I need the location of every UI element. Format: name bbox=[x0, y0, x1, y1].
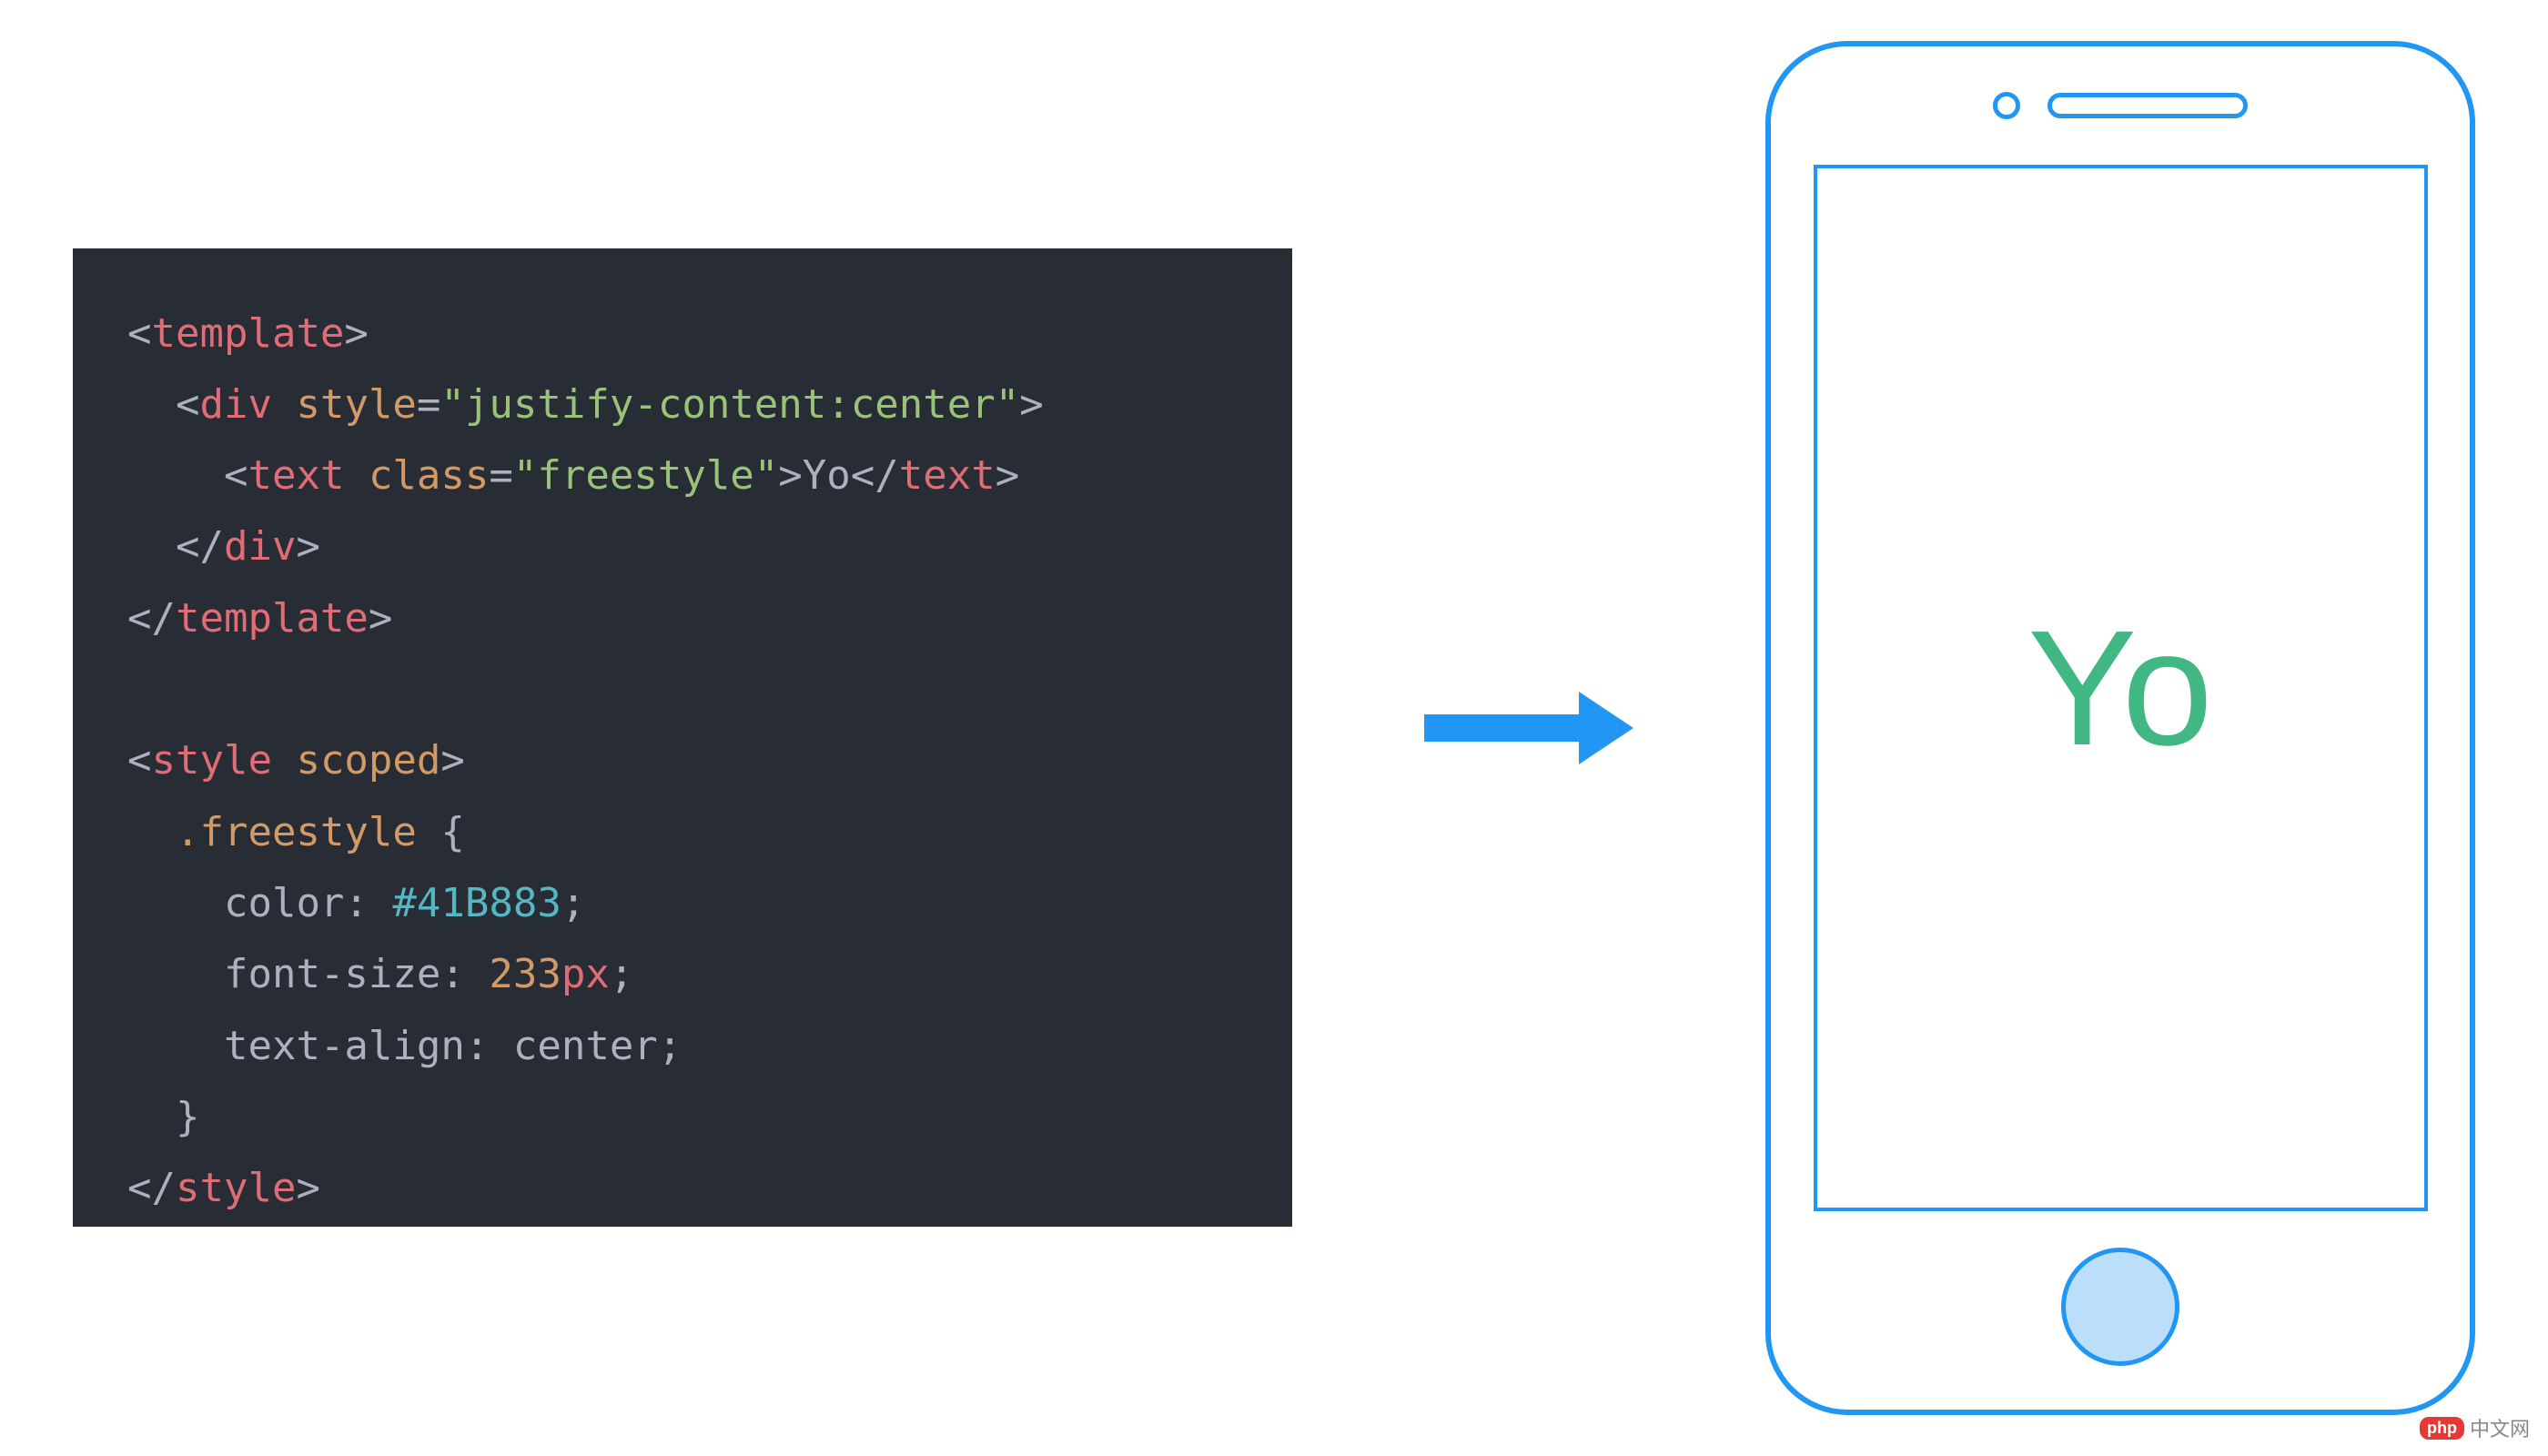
watermark-text: 中文网 bbox=[2470, 1413, 2530, 1442]
code-token: </ bbox=[127, 595, 176, 642]
code-token bbox=[344, 452, 369, 499]
speaker-icon bbox=[2048, 93, 2248, 118]
watermark-badge: php bbox=[2420, 1417, 2464, 1440]
phone-screen: Yo bbox=[1814, 165, 2428, 1211]
code-line: <text class="freestyle">Yo</text> bbox=[127, 440, 1238, 511]
code-token: > bbox=[344, 310, 369, 357]
code-token bbox=[127, 523, 176, 570]
code-token: ; bbox=[561, 880, 586, 926]
code-token: px bbox=[561, 951, 610, 997]
code-token: ; bbox=[658, 1023, 682, 1069]
arrow-icon bbox=[1424, 692, 1633, 764]
code-token: } bbox=[176, 1094, 200, 1140]
code-token bbox=[272, 737, 297, 784]
code-token bbox=[127, 1094, 176, 1140]
code-token: scoped bbox=[296, 737, 440, 784]
code-token bbox=[127, 666, 152, 713]
camera-icon bbox=[1993, 92, 2020, 119]
code-token bbox=[127, 452, 224, 499]
code-token: Yo bbox=[803, 452, 851, 499]
code-token bbox=[272, 381, 297, 428]
code-line: } bbox=[127, 1082, 1238, 1153]
code-token: : bbox=[440, 951, 489, 997]
code-token: 233 bbox=[489, 951, 561, 997]
code-token bbox=[127, 951, 224, 997]
code-token: > bbox=[296, 1165, 320, 1211]
code-token: style bbox=[152, 737, 272, 784]
code-token: div bbox=[224, 523, 296, 570]
code-token bbox=[127, 381, 176, 428]
code-line: text-align: center; bbox=[127, 1011, 1238, 1082]
code-token bbox=[127, 809, 176, 855]
code-token: center bbox=[513, 1023, 658, 1069]
rendered-output-text: Yo bbox=[2027, 594, 2213, 783]
code-token: style bbox=[296, 381, 416, 428]
code-line: </div> bbox=[127, 511, 1238, 582]
code-line: </style> bbox=[127, 1153, 1238, 1224]
code-token bbox=[127, 880, 224, 926]
code-token: color bbox=[224, 880, 344, 926]
code-token: text-align bbox=[224, 1023, 465, 1069]
code-token: : bbox=[344, 880, 392, 926]
code-token: template bbox=[152, 310, 345, 357]
code-line bbox=[127, 654, 1238, 725]
phone-earpiece-area bbox=[1771, 46, 2470, 165]
code-token: </ bbox=[851, 452, 899, 499]
code-line: .freestyle { bbox=[127, 797, 1238, 868]
code-line: <div style="justify-content:center"> bbox=[127, 369, 1238, 440]
code-token bbox=[127, 1023, 224, 1069]
code-line: font-size: 233px; bbox=[127, 939, 1238, 1010]
code-token: > bbox=[440, 737, 465, 784]
phone-mockup: Yo bbox=[1765, 41, 2475, 1415]
code-token: = bbox=[489, 452, 513, 499]
code-token: text bbox=[899, 452, 996, 499]
code-token: = bbox=[417, 381, 441, 428]
code-token: class bbox=[369, 452, 489, 499]
code-token: text bbox=[248, 452, 344, 499]
code-line: <style scoped> bbox=[127, 725, 1238, 796]
code-token: "freestyle" bbox=[513, 452, 778, 499]
code-token: div bbox=[199, 381, 271, 428]
source-code-block: <template> <div style="justify-content:c… bbox=[73, 248, 1292, 1227]
code-token: < bbox=[224, 452, 248, 499]
code-token: "justify-content:center" bbox=[440, 381, 1019, 428]
code-token: > bbox=[296, 523, 320, 570]
code-token: ; bbox=[610, 951, 634, 997]
code-token: < bbox=[127, 737, 152, 784]
code-token: < bbox=[176, 381, 200, 428]
code-token: < bbox=[127, 310, 152, 357]
code-line: color: #41B883; bbox=[127, 868, 1238, 939]
code-token: > bbox=[1019, 381, 1044, 428]
diagram-container: <template> <div style="justify-content:c… bbox=[0, 0, 2548, 1456]
code-token: font-size bbox=[224, 951, 440, 997]
code-token: .freestyle bbox=[176, 809, 417, 855]
code-line: <template> bbox=[127, 298, 1238, 369]
code-token: </ bbox=[127, 1165, 176, 1211]
code-token: { bbox=[417, 809, 465, 855]
code-token: > bbox=[778, 452, 803, 499]
code-token: : bbox=[465, 1023, 513, 1069]
code-token: </ bbox=[176, 523, 224, 570]
code-line: </template> bbox=[127, 583, 1238, 654]
code-token: #41B883 bbox=[392, 880, 561, 926]
code-token: template bbox=[176, 595, 369, 642]
code-token: > bbox=[369, 595, 393, 642]
code-token: > bbox=[996, 452, 1020, 499]
home-button-icon bbox=[2061, 1248, 2179, 1366]
code-token: style bbox=[176, 1165, 296, 1211]
watermark: php 中文网 bbox=[2420, 1413, 2530, 1442]
